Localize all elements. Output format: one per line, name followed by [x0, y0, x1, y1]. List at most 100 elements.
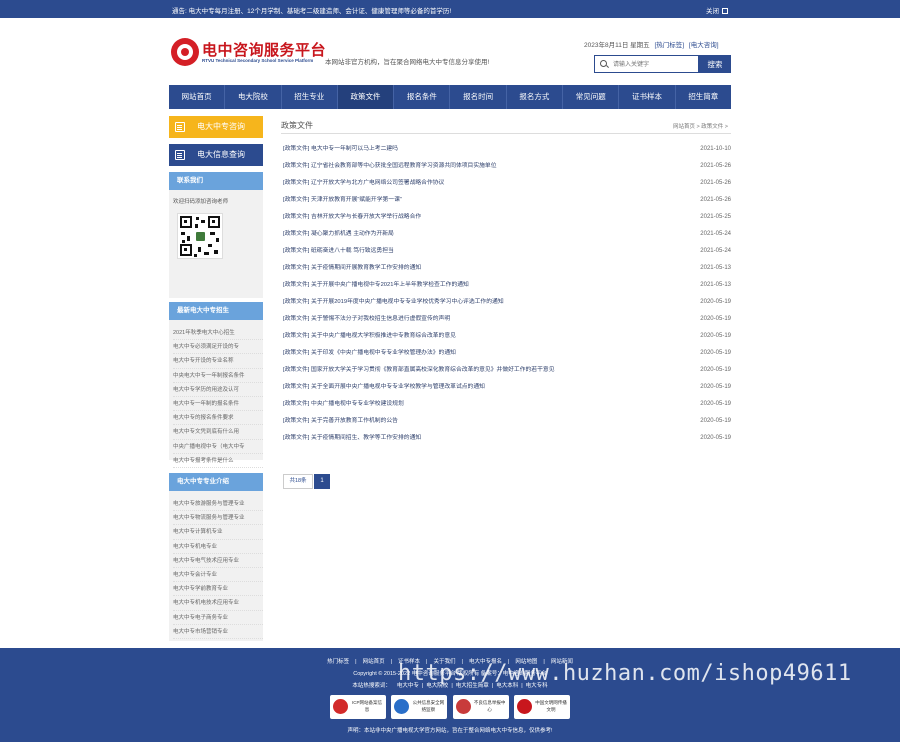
article-title[interactable]: [政策文件] 电大中专一年制可以马上考二建吗	[283, 141, 683, 158]
article-row[interactable]: [政策文件] 关于警惕不法分子对我校招生信息进行虚假宣传的声明 2020-05-1…	[283, 311, 731, 328]
nav-item-certificate[interactable]: 证书样本	[619, 85, 676, 109]
search-button[interactable]: 搜索	[699, 55, 731, 73]
list-item[interactable]: 电大中专机电技术应用专业	[173, 596, 263, 611]
info-query-button[interactable]: 电大信息查询	[169, 144, 263, 166]
consult-button[interactable]: 电大中专咨询	[169, 116, 263, 138]
nav-item-method[interactable]: 报名方式	[507, 85, 564, 109]
recruit-box: 最新电大中专招生 2021年秋季电大中心招生 电大中专必须满足开设的专 电大中专…	[169, 302, 263, 468]
article-title[interactable]: [政策文件] 关于全面开展中央广播电视中专专业学校教学与管理改革试点的通知	[283, 379, 683, 396]
article-title[interactable]: [政策文件] 凝心聚力抓机遇 主动作为开新局	[283, 226, 683, 243]
article-row[interactable]: [政策文件] 辽宁开放大学与北方广电网络公司签署战略合作协议 2021-05-26	[283, 175, 731, 192]
article-title[interactable]: [政策文件] 国家开放大学关于学习贯彻《教育部直属高校深化教育综合改革的意见》并…	[283, 362, 683, 379]
logo-icon[interactable]	[171, 38, 199, 66]
date-line: 2023年8月11日 星期五 [热门标签] [电大咨询]	[584, 39, 719, 49]
article-row[interactable]: [政策文件] 凝心聚力抓机遇 主动作为开新局 2021-05-24	[283, 226, 731, 243]
article-row[interactable]: [政策文件] 关于全面开展中央广播电视中专专业学校教学与管理改革试点的通知 202…	[283, 379, 731, 396]
pager-page-1[interactable]: 1	[314, 474, 330, 489]
list-item[interactable]: 中央电大中专一年制报名条件	[173, 369, 263, 383]
search-input[interactable]	[613, 59, 695, 70]
list-item[interactable]: 电大中专电子商务专业	[173, 611, 263, 625]
article-title[interactable]: [政策文件] 中央广播电视中专专业学校建设规划	[283, 396, 683, 413]
article-row[interactable]: [政策文件] 关于开展2019年度中央广播电视中专专业学校优秀学习中心评选工作的…	[283, 294, 731, 311]
article-title[interactable]: [政策文件] 关于开展2019年度中央广播电视中专专业学校优秀学习中心评选工作的…	[283, 294, 683, 311]
article-title[interactable]: [政策文件] 关于疫情期间招生、教学等工作安排的通知	[283, 430, 683, 447]
article-row[interactable]: [政策文件] 关于完善开放教育工作机制的公告 2020-05-19	[283, 413, 731, 430]
site-title[interactable]: 电中咨询服务平台	[202, 39, 326, 60]
list-item[interactable]: 电大中专电气技术应用专业	[173, 554, 263, 568]
list-item[interactable]: 电大中专文凭到底有什么用	[173, 425, 263, 440]
article-row[interactable]: [政策文件] 关于印发《中央广播电视中专专业学校管理办法》的通知 2020-05-…	[283, 345, 731, 362]
footer-badge[interactable]: 中国文明网传播文明	[513, 695, 570, 719]
list-item[interactable]: 中央广播电视中专（电大中专	[173, 440, 263, 454]
article-date: 2020-05-19	[700, 316, 731, 322]
list-item[interactable]: 电大中专开设的专业名称	[173, 354, 263, 369]
article-date: 2020-05-19	[700, 435, 731, 441]
list-item[interactable]: 电大中专的报名条件要求	[173, 411, 263, 426]
list-item[interactable]: 2021年秋季电大中心招生	[173, 326, 263, 341]
article-date: 2021-05-24	[700, 231, 731, 237]
nav-item-brochure[interactable]: 招生简章	[676, 85, 731, 109]
article-date: 2021-10-10	[700, 146, 731, 152]
article-title[interactable]: [政策文件] 关于疫情期间开展教育教学工作安排的通知	[283, 260, 683, 277]
article-row[interactable]: [政策文件] 辽宁省社会教育部等中心获批全国远程教育学习资源共同体项目实施单位 2…	[283, 158, 731, 175]
list-item[interactable]: 电大中专旅游服务与管理专业	[173, 497, 263, 512]
breadcrumb[interactable]: 网站首页 > 政策文件 >	[673, 122, 728, 130]
badge-icon	[516, 699, 532, 714]
current-date: 2023年8月11日 星期五	[584, 42, 650, 49]
list-item[interactable]: 电大中专会计专业	[173, 568, 263, 583]
nav-item-home[interactable]: 网站首页	[169, 85, 226, 109]
list-item[interactable]: 电大中专机电专业	[173, 540, 263, 554]
notice-text: 通告: 电大中专每月注册、12个月学制、基础考二级建造师、会计证、健康管理师等必…	[172, 8, 452, 15]
article-title[interactable]: [政策文件] 关于中央广播电视大学积极推进中专教育综合改革的意见	[283, 328, 683, 345]
list-item[interactable]: 电大中专必须满足开设的专	[173, 340, 263, 355]
article-row[interactable]: [政策文件] 吉林开放大学与长春开放大学举行战略合作 2021-05-25	[283, 209, 731, 226]
article-title[interactable]: [政策文件] 辽宁开放大学与北方广电网络公司签署战略合作协议	[283, 175, 683, 192]
search-box[interactable]	[594, 55, 699, 73]
close-notice-button[interactable]: 关闭	[706, 5, 728, 15]
article-row[interactable]: [政策文件] 中央广播电视中专专业学校建设规划 2020-05-19	[283, 396, 731, 413]
article-row[interactable]: [政策文件] 关于开展中央广播电视中专2021年上半年教学检查工作的通知 2021…	[283, 277, 731, 294]
footer-badge[interactable]: 不良信息举报中心	[452, 695, 509, 719]
article-title[interactable]: [政策文件] 关于印发《中央广播电视中专专业学校管理办法》的通知	[283, 345, 683, 362]
list-item[interactable]: 电大中专物流服务与管理专业	[173, 511, 263, 526]
list-item[interactable]: 电大中专计算机专业	[173, 525, 263, 540]
nav-item-time[interactable]: 报名时间	[450, 85, 507, 109]
article-title[interactable]: [政策文件] 天津开放教育开展“赋能开学第一课”	[283, 192, 683, 209]
article-row[interactable]: [政策文件] 砥砺奋进八十载 笃行致远勇担当 2021-05-24	[283, 243, 731, 260]
nav-item-conditions[interactable]: 报名条件	[394, 85, 451, 109]
footer-badge[interactable]: 公共信息安全网络监察	[391, 695, 448, 719]
article-title[interactable]: [政策文件] 吉林开放大学与长春开放大学举行战略合作	[283, 209, 683, 226]
list-item[interactable]: 电大中专市场营销专业	[173, 625, 263, 639]
main-nav: 网站首页 电大院校 招生专业 政策文件 报名条件 报名时间 报名方式 常见问题 …	[169, 85, 731, 109]
footer-badge[interactable]: ICP网站备案信息	[330, 695, 386, 719]
contact-text: 欢迎扫码添加咨询老师	[173, 199, 229, 205]
list-item[interactable]: 电大中专学前教育专业	[173, 582, 263, 597]
article-row[interactable]: [政策文件] 电大中专一年制可以马上考二建吗 2021-10-10	[283, 141, 731, 158]
article-row[interactable]: [政策文件] 关于中央广播电视大学积极推进中专教育综合改革的意见 2020-05-…	[283, 328, 731, 345]
nav-item-faq[interactable]: 常见问题	[563, 85, 620, 109]
list-item[interactable]: 电大中专报考条件是什么	[173, 454, 263, 468]
article-row[interactable]: [政策文件] 天津开放教育开展“赋能开学第一课” 2021-05-26	[283, 192, 731, 209]
recruit-title: 最新电大中专招生	[169, 302, 263, 320]
article-title[interactable]: [政策文件] 关于开展中央广播电视中专2021年上半年教学检查工作的通知	[283, 277, 683, 294]
close-icon[interactable]	[722, 8, 728, 14]
badge-icon	[394, 699, 410, 714]
article-row[interactable]: [政策文件] 国家开放大学关于学习贯彻《教育部直属高校深化教育综合改革的意见》并…	[283, 362, 731, 379]
list-item[interactable]: 电大中专学历的用途及认可	[173, 383, 263, 397]
list-item[interactable]: 电大中专一年制的报名条件	[173, 397, 263, 412]
article-row[interactable]: [政策文件] 关于疫情期间招生、教学等工作安排的通知 2020-05-19	[283, 430, 731, 447]
article-row[interactable]: [政策文件] 关于疫情期间开展教育教学工作安排的通知 2021-05-13	[283, 260, 731, 277]
article-title[interactable]: [政策文件] 关于完善开放教育工作机制的公告	[283, 413, 683, 430]
nav-item-policy[interactable]: 政策文件	[337, 85, 395, 109]
article-title[interactable]: [政策文件] 关于警惕不法分子对我校招生信息进行虚假宣传的声明	[283, 311, 683, 328]
consult-link[interactable]: [电大咨询]	[689, 42, 719, 49]
hot-tags-link[interactable]: [热门标签]	[654, 42, 684, 49]
footer-link[interactable]: 热门标签	[327, 659, 349, 665]
article-title[interactable]: [政策文件] 砥砺奋进八十载 笃行致远勇担当	[283, 243, 683, 260]
footer-link[interactable]: 网站首页	[363, 659, 385, 665]
article-title[interactable]: [政策文件] 辽宁省社会教育部等中心获批全国远程教育学习资源共同体项目实施单位	[283, 158, 683, 175]
article-date: 2020-05-19	[700, 350, 731, 356]
nav-item-schools[interactable]: 电大院校	[225, 85, 282, 109]
search-icon	[600, 60, 607, 67]
nav-item-majors[interactable]: 招生专业	[282, 85, 338, 109]
